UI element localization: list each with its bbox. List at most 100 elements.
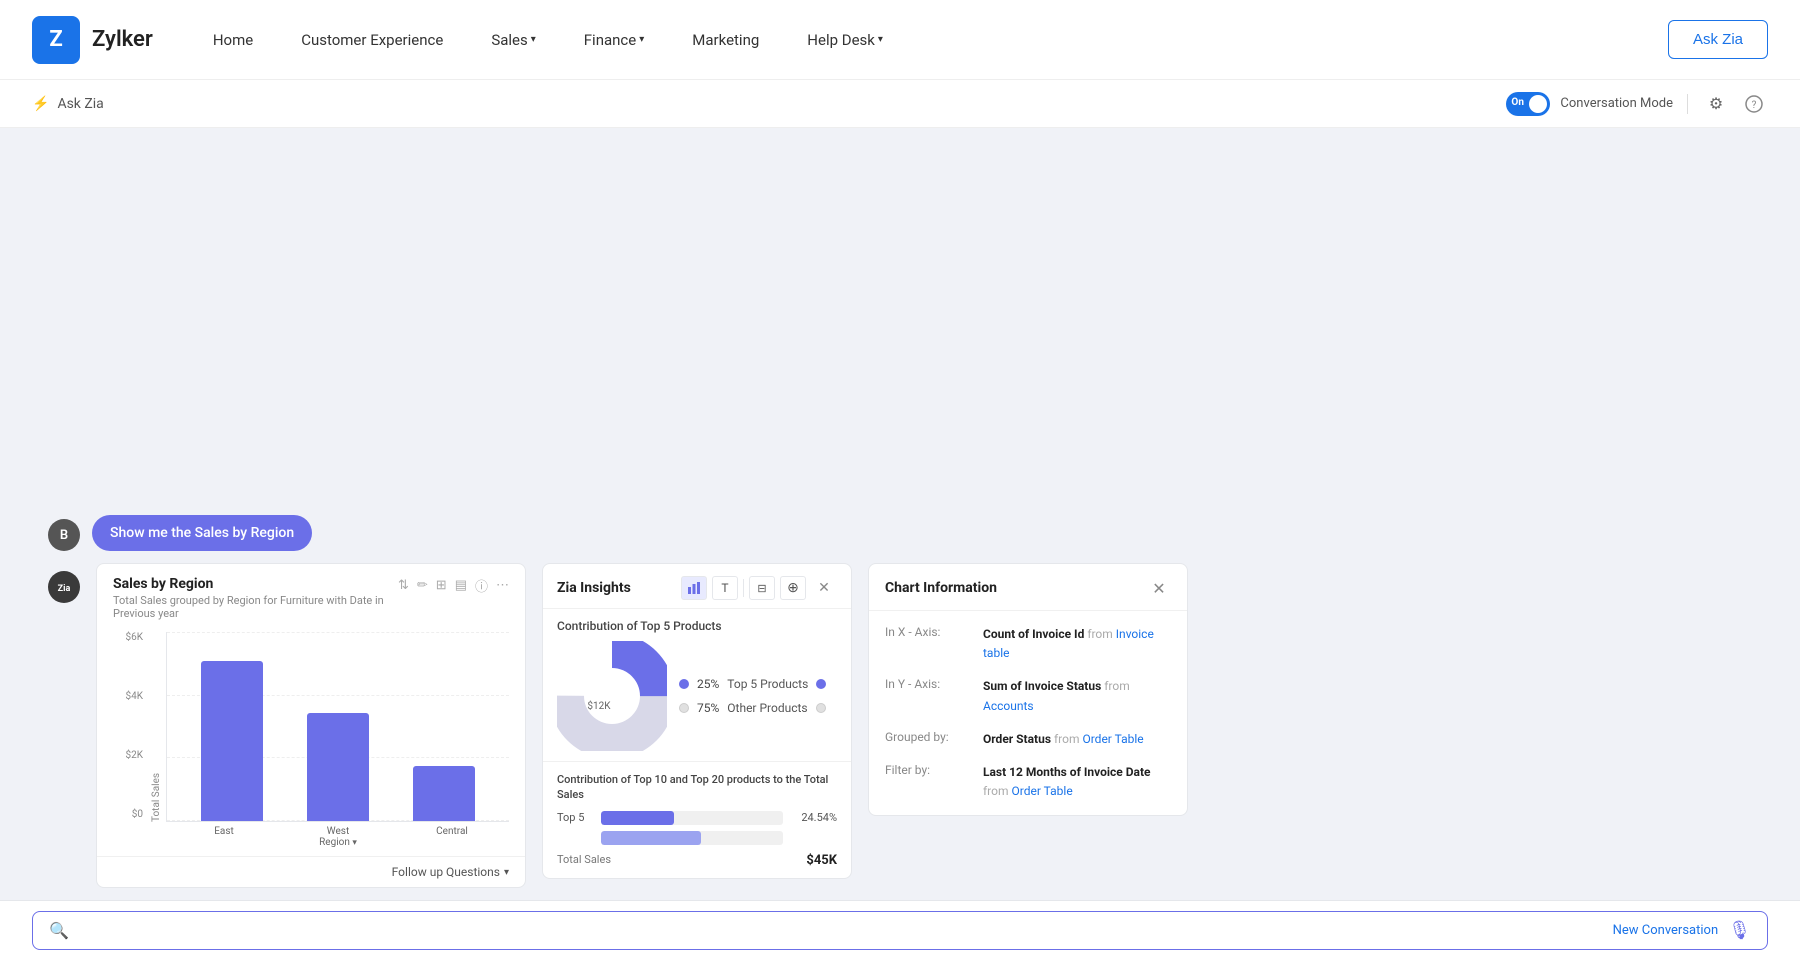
svg-text:?: ? — [1752, 100, 1757, 111]
insights-title: Zia Insights — [557, 580, 631, 596]
info-val-xaxis: Count of Invoice Id from Invoice table — [983, 625, 1171, 663]
ask-zia-button[interactable]: Ask Zia — [1668, 20, 1768, 59]
bar-chart-icon[interactable] — [681, 576, 707, 600]
bar-west — [285, 713, 391, 821]
legend-top5: 25% Top 5 Products — [679, 677, 826, 691]
more-icon[interactable]: ⋯ — [496, 578, 509, 593]
bar-mini-section: Contribution of Top 10 and Top 20 produc… — [543, 762, 851, 878]
user-message-row: B Show me the Sales by Region — [48, 515, 1752, 551]
toggle-knob — [1529, 95, 1547, 113]
conversation-mode-toggle[interactable]: On — [1506, 92, 1550, 116]
table-icon[interactable]: ▤ — [455, 578, 467, 593]
main-area: B Show me the Sales by Region Zia Sales … — [0, 128, 1800, 900]
pie-section: Contribution of Top 5 Products $4K — [543, 609, 851, 762]
info-row-yaxis: In Y - Axis: Sum of Invoice Status from … — [885, 677, 1171, 715]
y-axis-title: Total Sales — [151, 632, 162, 822]
svg-text:Zia: Zia — [58, 584, 71, 594]
search-icon: 🔍 — [49, 921, 69, 940]
zia-insights-panel: Zia Insights T ⊟ ⊕ ✕ Contribution of Top… — [542, 563, 852, 879]
search-input[interactable] — [79, 922, 1603, 939]
header: Z Zylker Home Customer Experience Sales▾… — [0, 0, 1800, 80]
nav-sales[interactable]: Sales▾ — [491, 31, 535, 49]
chart-info-panel: Chart Information ✕ In X - Axis: Count o… — [868, 563, 1188, 816]
zia-sub-icon: ⚡ — [32, 96, 49, 112]
info-body: In X - Axis: Count of Invoice Id from In… — [869, 611, 1187, 815]
sales-panel-subtitle: Total Sales grouped by Region for Furnit… — [113, 594, 390, 620]
grid-icon[interactable]: ⊞ — [436, 578, 447, 593]
nav-customer-experience[interactable]: Customer Experience — [301, 31, 443, 49]
info-val-yaxis: Sum of Invoice Status from Accounts — [983, 677, 1171, 715]
follow-up-questions[interactable]: Follow up Questions ▾ — [97, 856, 525, 887]
info-key-yaxis: In Y - Axis: — [885, 677, 975, 715]
vertical-divider — [1687, 94, 1688, 114]
sales-panel-actions: ⇅ ✏ ⊞ ▤ ⓘ ⋯ — [398, 576, 509, 595]
new-conversation-button[interactable]: New Conversation — [1613, 923, 1719, 938]
pie-legend: 25% Top 5 Products 75% Other Products — [679, 677, 826, 715]
info-val-filter: Last 12 Months of Invoice Datefrom Order… — [983, 763, 1171, 801]
text-icon[interactable]: T — [712, 576, 738, 600]
toggle-container[interactable]: On — [1506, 92, 1550, 116]
svg-text:$4K: $4K — [616, 677, 634, 690]
brand-name: Zylker — [92, 27, 153, 52]
toggle-on-text: On — [1511, 97, 1524, 108]
x-axis-labels: East WestRegion ▾ Central — [113, 826, 509, 848]
pie-chart: $4K $12K — [557, 641, 667, 751]
close-insights-icon[interactable]: ✕ — [811, 576, 837, 600]
sales-panel-title: Sales by Region — [113, 576, 390, 592]
info-key-grouped: Grouped by: — [885, 730, 975, 749]
legend-other: 75% Other Products — [679, 701, 826, 715]
sort-icon[interactable]: ⇅ — [398, 578, 409, 593]
main-nav: Home Customer Experience Sales▾ Finance▾… — [213, 31, 1668, 49]
zia-avatar: Zia — [48, 571, 80, 603]
sub-header-right: On Conversation Mode ⚙ ? — [1506, 90, 1768, 118]
mic-icon[interactable]: 🎙 — [1728, 920, 1751, 941]
total-sales-label: Total Sales — [557, 853, 611, 868]
info-icon[interactable]: ⓘ — [475, 576, 488, 595]
svg-text:$12K: $12K — [587, 699, 611, 712]
bar-chart: $6K $4K $2K $0 Total Sales — [97, 624, 525, 848]
info-row-xaxis: In X - Axis: Count of Invoice Id from In… — [885, 625, 1171, 663]
finance-chevron-icon: ▾ — [639, 34, 644, 45]
info-key-filter: Filter by: — [885, 763, 975, 801]
close-info-icon[interactable]: ✕ — [1147, 576, 1171, 600]
user-chat-bubble: Show me the Sales by Region — [92, 515, 312, 551]
settings-icon[interactable]: ⚙ — [1702, 90, 1730, 118]
pie-svg: $4K $12K — [557, 641, 667, 751]
user-avatar: B — [48, 519, 80, 551]
nav-finance[interactable]: Finance▾ — [584, 31, 645, 49]
input-bar-wrapper: 🔍 New Conversation 🎙 — [32, 911, 1768, 950]
total-sales-value: $45K — [806, 853, 837, 868]
y-axis-labels: $6K $4K $2K $0 — [113, 632, 151, 822]
nav-home[interactable]: Home — [213, 31, 253, 49]
info-row-grouped: Grouped by: Order Status from Order Tabl… — [885, 730, 1171, 749]
pie-section-title: Contribution of Top 5 Products — [557, 619, 837, 633]
nav-marketing[interactable]: Marketing — [692, 31, 759, 49]
globe-icon[interactable]: ⊕ — [780, 576, 806, 600]
help-icon[interactable]: ? — [1740, 90, 1768, 118]
sub-header: ⚡ Ask Zia On Conversation Mode ⚙ ? — [0, 80, 1800, 128]
input-bar: 🔍 New Conversation 🎙 — [0, 900, 1800, 960]
bar-central — [391, 766, 497, 821]
helpdesk-chevron-icon: ▾ — [878, 34, 883, 45]
sales-chevron-icon: ▾ — [531, 34, 536, 45]
insights-icons: T ⊟ ⊕ ✕ — [681, 576, 837, 600]
sales-by-region-panel: Sales by Region Total Sales grouped by R… — [96, 563, 526, 888]
info-val-grouped: Order Status from Order Table — [983, 730, 1171, 749]
conversation-mode-label: Conversation Mode — [1560, 96, 1673, 111]
info-key-xaxis: In X - Axis: — [885, 625, 975, 663]
chat-area: B Show me the Sales by Region — [0, 128, 1800, 563]
info-row-filter: Filter by: Last 12 Months of Invoice Dat… — [885, 763, 1171, 801]
ask-zia-label: Ask Zia — [57, 96, 103, 112]
bar-mini-section-title: Contribution of Top 10 and Top 20 produc… — [557, 772, 837, 803]
table-view-icon[interactable]: ⊟ — [749, 576, 775, 600]
divider-insights — [743, 579, 744, 597]
info-panel-title: Chart Information — [885, 580, 997, 596]
bars-container — [166, 632, 509, 822]
logo-block: Z Zylker — [32, 16, 153, 64]
follow-up-chevron-icon: ▾ — [504, 867, 509, 878]
nav-helpdesk[interactable]: Help Desk▾ — [807, 31, 883, 49]
edit-icon[interactable]: ✏ — [417, 578, 428, 593]
sub-header-left: ⚡ Ask Zia — [32, 96, 104, 112]
bar-east — [179, 661, 285, 821]
response-area: Zia Sales by Region Total Sales grouped … — [0, 563, 1800, 900]
